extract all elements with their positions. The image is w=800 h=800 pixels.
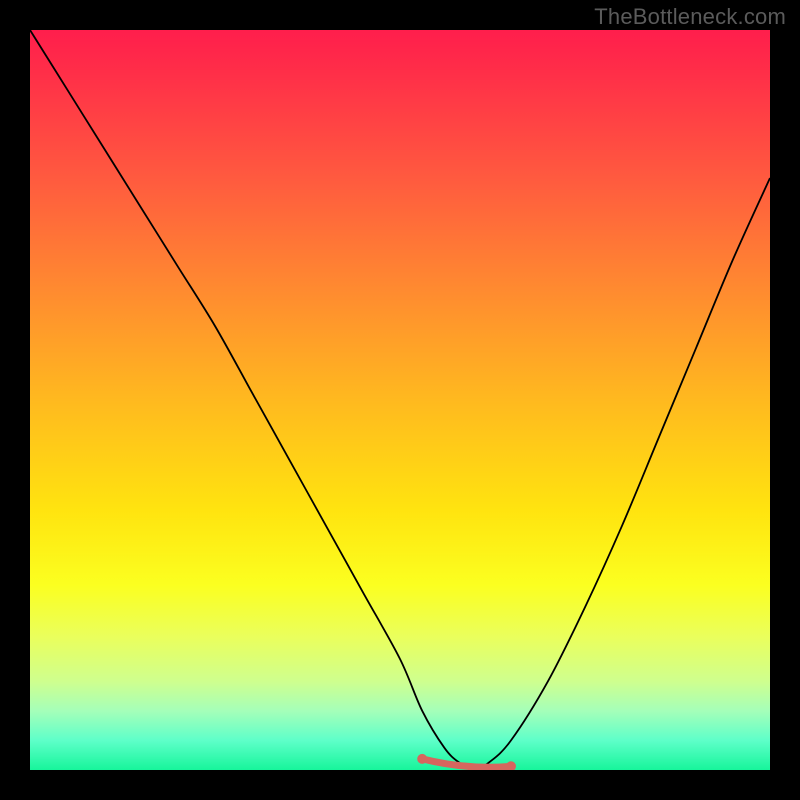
bottleneck-curve	[30, 30, 770, 770]
watermark-label: TheBottleneck.com	[594, 4, 786, 30]
marker-right-dot	[506, 761, 516, 770]
chart-root: TheBottleneck.com	[0, 0, 800, 800]
marker-left-dot	[417, 754, 427, 764]
curve-path	[30, 30, 770, 770]
plot-area	[30, 30, 770, 770]
optimal-range-marker	[422, 759, 511, 767]
